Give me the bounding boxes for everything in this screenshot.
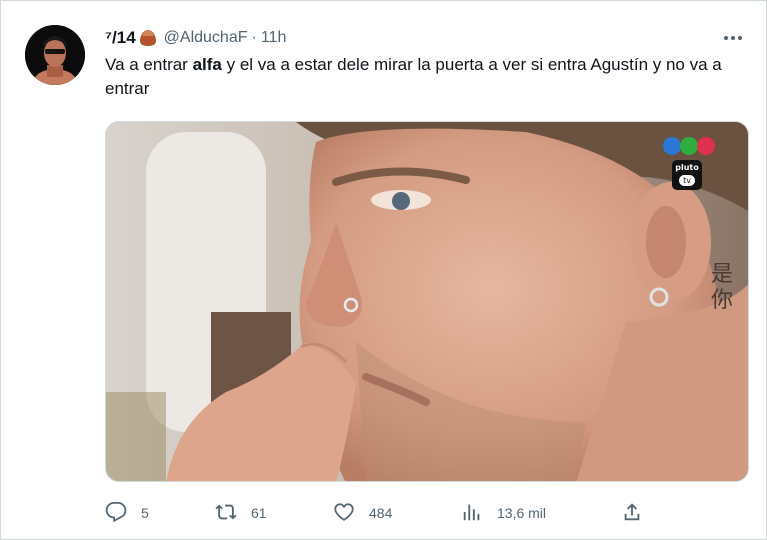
views-count: 13,6 mil bbox=[497, 505, 547, 521]
share-icon bbox=[621, 501, 643, 526]
tweet-card: ⁷/14 @AlduchaF · 11h Va a entrar alfa y … bbox=[0, 0, 767, 540]
tweet-text: Va a entrar alfa y el va a estar dele mi… bbox=[105, 53, 745, 101]
retweet-button[interactable]: 61 bbox=[215, 499, 267, 527]
pluto-tv-badge: pluto tv bbox=[672, 162, 702, 188]
pluto-logo-text: pluto bbox=[675, 163, 699, 172]
handle[interactable]: @AlduchaF bbox=[164, 29, 248, 47]
tweet-header: ⁷/14 @AlduchaF · 11h bbox=[105, 25, 746, 51]
more-icon[interactable] bbox=[720, 27, 746, 49]
like-button[interactable]: 484 bbox=[333, 499, 392, 527]
tweet-media-image[interactable]: pluto tv 是你 bbox=[105, 121, 749, 482]
tweet-text-bold: alfa bbox=[192, 55, 222, 74]
retweet-icon bbox=[215, 501, 237, 526]
tweet-text-before: Va a entrar bbox=[105, 55, 193, 74]
action-bar: 5 61 484 13,6 mil bbox=[105, 499, 645, 527]
tv-logo-text: tv bbox=[679, 175, 695, 186]
share-button[interactable] bbox=[621, 499, 643, 527]
retweet-count: 61 bbox=[251, 505, 267, 521]
reply-icon bbox=[105, 501, 127, 526]
like-icon bbox=[333, 501, 355, 526]
views-icon bbox=[461, 501, 483, 526]
timestamp[interactable]: 11h bbox=[261, 29, 287, 47]
like-count: 484 bbox=[369, 505, 393, 521]
display-name[interactable]: ⁷/14 bbox=[105, 28, 136, 48]
reply-button[interactable]: 5 bbox=[105, 499, 149, 527]
tattoo-text: 是你 bbox=[711, 262, 734, 313]
reply-count: 5 bbox=[141, 505, 149, 521]
avatar[interactable] bbox=[25, 25, 85, 85]
separator-dot: · bbox=[251, 29, 257, 46]
nut-icon bbox=[138, 28, 158, 48]
views-button[interactable]: 13,6 mil bbox=[461, 499, 546, 527]
